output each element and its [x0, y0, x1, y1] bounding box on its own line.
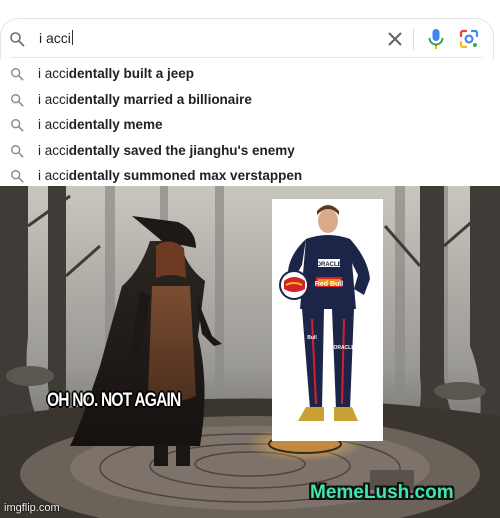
suggestion-item[interactable]: i accidentally married a billionaire [0, 88, 492, 114]
suggestion-text: i accidentally saved the jianghu's enemy [38, 143, 295, 158]
suggestion-text: i accidentally built a jeep [38, 66, 194, 81]
suggestion-text: i accidentally married a billionaire [38, 92, 252, 107]
search-separator [10, 57, 482, 58]
search-icon [10, 32, 25, 47]
search-panel: i acci i accidentally built a jeep i acc… [0, 0, 500, 186]
close-icon[interactable] [385, 29, 405, 49]
suggestion-completion: dentally married a billionaire [68, 91, 252, 107]
meme-caption: OH NO. NOT AGAIN [47, 390, 181, 411]
meme-image: ORACLE Red Bull Bull ORACLE OH NO. NOT A… [0, 186, 500, 518]
search-box: i acci [0, 18, 494, 59]
suggestion-completion: dentally saved the jianghu's enemy [68, 142, 295, 158]
microphone-icon[interactable] [425, 27, 447, 51]
search-icon [11, 119, 24, 132]
sponsor-text-redbull: Red Bull [315, 281, 343, 288]
suggestion-prefix: i acci [38, 142, 69, 158]
suggestion-list: i accidentally built a jeep i accidental… [0, 62, 492, 190]
search-icon [11, 144, 24, 158]
search-input[interactable]: i acci [39, 30, 73, 46]
racer-photo: ORACLE Red Bull Bull ORACLE [272, 199, 383, 441]
suggestion-item[interactable]: i accidentally saved the jianghu's enemy [0, 139, 492, 165]
suggestion-text: i accidentally summoned max verstappen [38, 168, 302, 183]
search-query-text: i acci [39, 30, 71, 46]
camera-lens-icon[interactable] [457, 27, 481, 51]
search-icon [11, 93, 24, 107]
text-caret [71, 30, 73, 45]
memelush-logo: MemeLush.com [310, 482, 454, 503]
imgflip-watermark: imgflip.com [4, 502, 60, 514]
toolbar-divider [413, 28, 414, 50]
suggestion-prefix: i acci [38, 168, 69, 184]
forest-scene [0, 186, 500, 518]
suggestion-item[interactable]: i accidentally meme [0, 113, 492, 139]
suggestion-prefix: i acci [38, 117, 69, 133]
search-icon [11, 68, 24, 81]
suggestion-text: i accidentally meme [38, 117, 163, 132]
sponsor-text-oracle-leg: ORACLE [333, 345, 355, 351]
search-icon [11, 170, 24, 183]
suggestion-prefix: i acci [38, 91, 69, 107]
racer-illustration: ORACLE Red Bull Bull ORACLE [279, 205, 370, 421]
suggestion-completion: dentally summoned max verstappen [68, 168, 303, 184]
suggestion-completion: dentally meme [68, 117, 163, 133]
suggestion-item[interactable]: i accidentally built a jeep [0, 62, 492, 88]
sponsor-text-oracle: ORACLE [316, 262, 341, 268]
sponsor-text-bull: Bull [307, 335, 317, 341]
suggestion-completion: dentally built a jeep [68, 66, 195, 81]
suggestion-prefix: i acci [38, 66, 69, 81]
